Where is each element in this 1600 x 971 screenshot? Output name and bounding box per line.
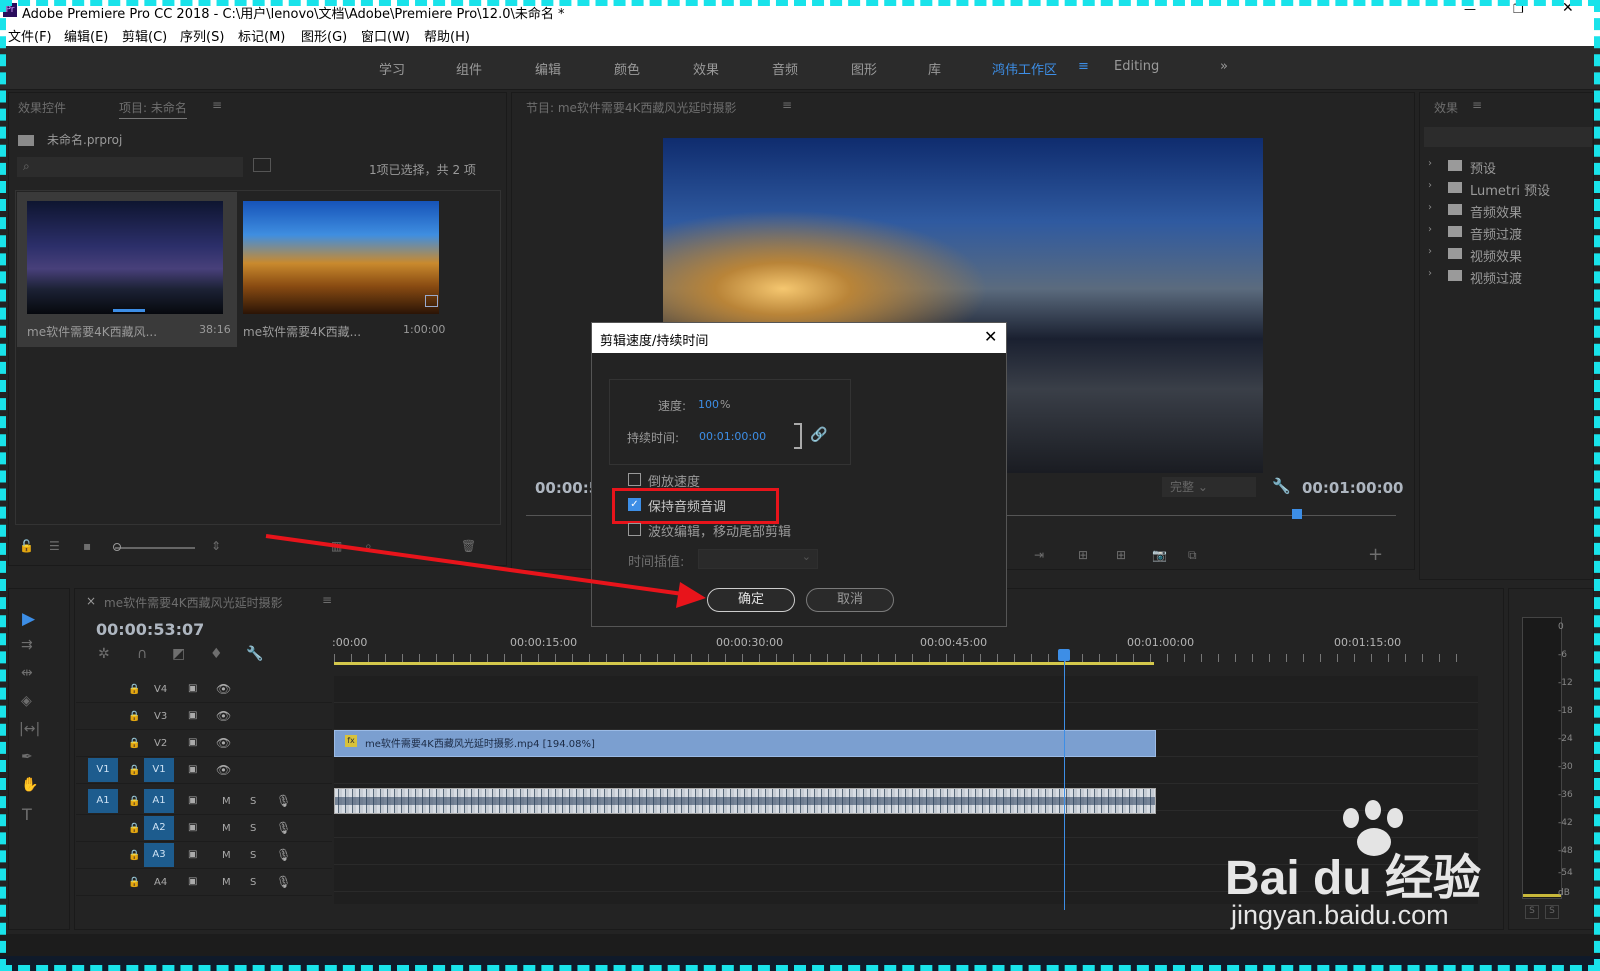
watermark-brand: Bai du 经验	[1225, 852, 1482, 905]
baidu-watermark: Bai du 经验 jingyan.baidu.com	[1225, 800, 1525, 940]
arrow-shaft	[265, 534, 691, 597]
arrow-head	[676, 582, 706, 608]
watermark-url: jingyan.baidu.com	[1231, 900, 1449, 930]
